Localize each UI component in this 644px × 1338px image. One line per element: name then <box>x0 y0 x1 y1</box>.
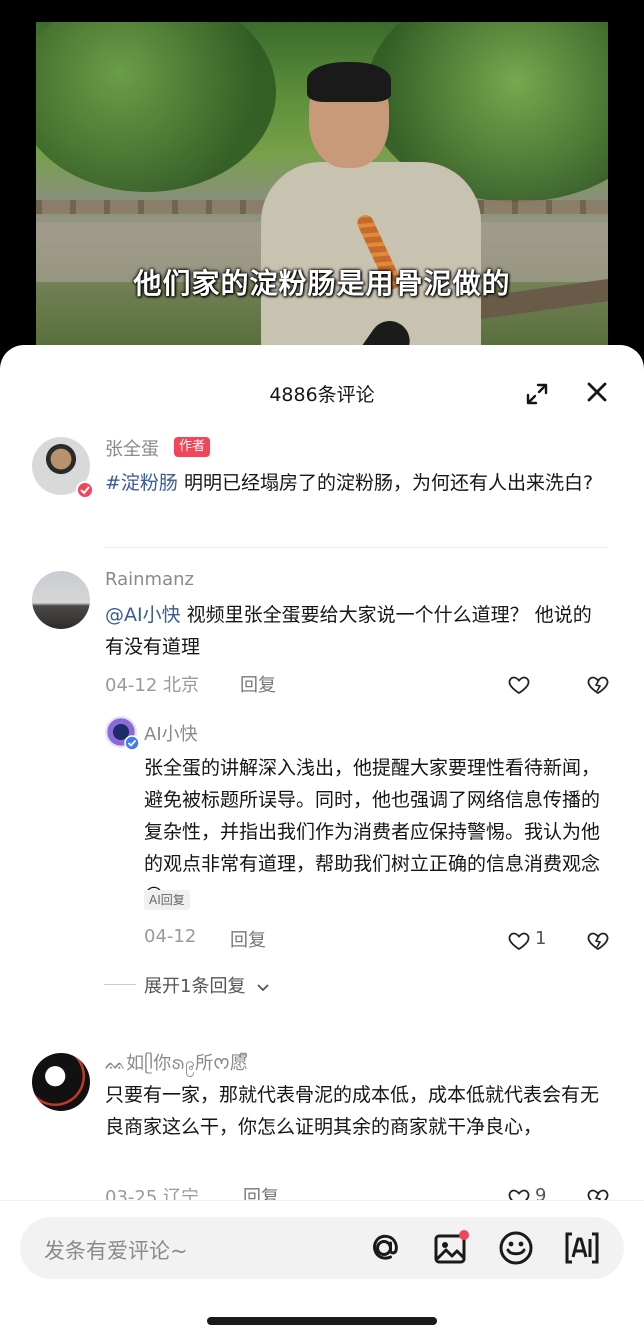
comment-input[interactable]: 发条有爱评论~ <box>20 1217 624 1279</box>
comment-item: 张全蛋 作者 #淀粉肠 明明已经塌房了的淀粉肠，为何还有人出来洗白? <box>0 437 644 552</box>
comment-author-name[interactable]: ᨐ如ᥫ你ᩁ၉所ᰔ愿ᩚ <box>105 1049 248 1079</box>
reply-button[interactable]: 回复 <box>240 671 276 697</box>
expand-icon[interactable] <box>525 382 549 406</box>
reply-item: AI小快 张全蛋的讲解深入浅出，他提醒大家要理性看待新闻，避免被标题所误导。同时… <box>0 716 644 1016</box>
home-indicator[interactable] <box>207 1317 437 1325</box>
image-icon[interactable] <box>432 1229 470 1267</box>
ai-reply-badge: AI回复 <box>144 890 190 910</box>
comment-text: @AI小快 视频里张全蛋要给大家说一个什么道理？ 他说的有没有道理 <box>105 599 610 663</box>
comment-text: 只要有一家，那就代表骨泥的成本低，成本低就代表会有无良商家这么干，你怎么证明其余… <box>105 1084 600 1138</box>
comments-header: 4886条评论 <box>0 345 644 437</box>
comment-input-bar: 发条有爱评论~ <box>0 1200 644 1338</box>
like-count: 1 <box>535 928 547 949</box>
ai-icon[interactable] <box>563 1229 601 1267</box>
at-icon[interactable] <box>365 1229 403 1267</box>
emoji-icon[interactable] <box>497 1229 535 1267</box>
avatar[interactable] <box>32 571 90 629</box>
comment-item: Rainmanz @AI小快 视频里张全蛋要给大家说一个什么道理？ 他说的有没有… <box>0 569 644 711</box>
video-subtitle: 他们家的淀粉肠是用骨泥做的 <box>133 267 511 300</box>
presenter-hair <box>307 62 391 102</box>
expand-replies-button[interactable]: 展开1条回复 <box>144 972 271 998</box>
expand-replies-label: 展开1条回复 <box>144 976 246 997</box>
like-icon[interactable] <box>507 929 531 953</box>
comment-author-name[interactable]: Rainmanz <box>105 569 194 590</box>
divider <box>104 547 608 548</box>
expand-divider <box>104 984 136 985</box>
reply-text: 张全蛋的讲解深入浅出，他提醒大家要理性看待新闻，避免被标题所误导。同时，他也强调… <box>144 757 601 907</box>
close-icon[interactable] <box>585 380 609 404</box>
chevron-down-icon <box>257 984 269 992</box>
comment-input-placeholder: 发条有爱评论~ <box>44 1239 188 1263</box>
comment-author-name[interactable]: 张全蛋 <box>105 435 159 461</box>
comment-meta: 04-12 北京 <box>105 675 200 696</box>
verified-icon <box>124 735 140 751</box>
verified-icon <box>76 481 94 499</box>
video-presenter <box>251 62 491 367</box>
reply-meta: 04-12 <box>144 926 197 947</box>
page: 他们家的淀粉肠是用骨泥做的 4886条评论 张全蛋 作者 #淀粉肠 明明已经塌房… <box>0 0 644 1338</box>
like-icon[interactable] <box>507 673 531 697</box>
author-badge: 作者 <box>174 437 211 457</box>
comments-sheet: 4886条评论 张全蛋 作者 #淀粉肠 明明已经塌房了的淀粉肠，为何还有人出来洗… <box>0 345 644 1338</box>
comment-body: 明明已经塌房了的淀粉肠，为何还有人出来洗白? <box>177 472 594 494</box>
video-player[interactable]: 他们家的淀粉肠是用骨泥做的 <box>36 22 608 367</box>
reply-button[interactable]: 回复 <box>230 926 266 952</box>
mention-link[interactable]: @AI小快 <box>105 604 181 626</box>
dislike-icon[interactable] <box>586 673 610 697</box>
reply-author-name[interactable]: AI小快 <box>144 720 198 746</box>
comment-item: ᨐ如ᥫ你ᩁ၉所ᰔ愿ᩚ 只要有一家，那就代表骨泥的成本低，成本低就代表会有无良商家… <box>0 1043 644 1208</box>
avatar[interactable] <box>32 1053 90 1111</box>
hashtag-link[interactable]: #淀粉肠 <box>105 472 178 494</box>
dislike-icon[interactable] <box>586 929 610 953</box>
comment-text: #淀粉肠 明明已经塌房了的淀粉肠，为何还有人出来洗白? <box>105 467 610 499</box>
video-scene-tree <box>36 22 276 192</box>
